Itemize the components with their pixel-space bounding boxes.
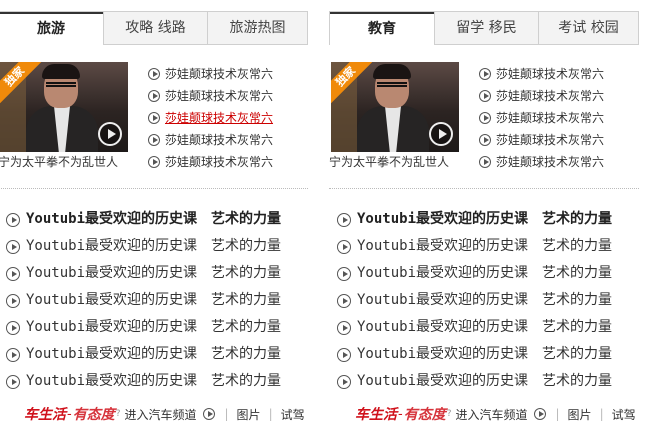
divider [329, 188, 639, 189]
play-icon [337, 320, 351, 335]
list-item[interactable]: Youtubi最受欢迎的历史课 艺术的力量 [337, 206, 641, 233]
auto-channel-bar: 车生活 - 有态度? 进入汽车频道 | 图片 | 试驾 [0, 404, 310, 424]
list-item[interactable]: 莎娃颠球技术灰常六 [148, 151, 308, 173]
play-icon [148, 156, 160, 168]
list-item[interactable]: Youtubi最受欢迎的历史课 艺术的力量 [337, 368, 641, 395]
play-icon [6, 266, 20, 281]
list-item[interactable]: Youtubi最受欢迎的历史课 艺术的力量 [337, 341, 641, 368]
list-item[interactable]: 莎娃颠球技术灰常六 [479, 85, 639, 107]
auto-channel-bar: 车生活 - 有态度? 进入汽车频道 | 图片 | 试驾 [329, 404, 641, 424]
auto-brand-logo[interactable]: 车生活 - 有态度? [355, 404, 451, 424]
list-item[interactable]: Youtubi最受欢迎的历史课 艺术的力量 [6, 368, 310, 395]
list-item[interactable]: 莎娃颠球技术灰常六 [479, 151, 639, 173]
auto-channel-link[interactable]: 进入汽车频道 [124, 406, 196, 423]
tab-exams-campus[interactable]: 考试 校园 [538, 12, 638, 44]
feature-caption[interactable]: 宁为太平拳不为乱世人 [0, 154, 133, 170]
play-icon [6, 320, 20, 335]
photos-link[interactable]: 图片 [237, 406, 261, 423]
list-item[interactable]: Youtubi最受欢迎的历史课 艺术的力量 [6, 233, 310, 260]
video-thumbnail[interactable]: 独家 [331, 62, 459, 152]
feature-caption[interactable]: 宁为太平拳不为乱世人 [329, 154, 464, 170]
play-icon [148, 112, 160, 124]
education-column: 教育 留学 移民 考试 校园 独家 宁为太平拳不为乱世人 莎娃颠球技术灰常六 莎… [329, 0, 641, 427]
play-icon [6, 347, 20, 362]
video-list: Youtubi最受欢迎的历史课 艺术的力量 Youtubi最受欢迎的历史课 艺术的力… [337, 206, 641, 395]
list-item[interactable]: Youtubi最受欢迎的历史课 艺术的力量 [337, 314, 641, 341]
tab-bar: 教育 留学 移民 考试 校园 [329, 11, 639, 45]
tab-education[interactable]: 教育 [330, 12, 434, 45]
list-item[interactable]: Youtubi最受欢迎的历史课 艺术的力量 [337, 233, 641, 260]
play-icon[interactable] [429, 122, 453, 146]
tab-travel-photos[interactable]: 旅游热图 [207, 12, 307, 44]
divider [0, 188, 308, 189]
feature-video[interactable]: 独家 宁为太平拳不为乱世人 [0, 60, 133, 175]
tab-travel[interactable]: 旅游 [0, 12, 103, 45]
list-item[interactable]: 莎娃颠球技术灰常六 [479, 107, 639, 129]
play-icon [6, 239, 20, 254]
play-icon [337, 212, 351, 227]
play-icon[interactable] [533, 408, 546, 420]
separator: | [555, 407, 560, 421]
play-icon [479, 134, 491, 146]
play-icon [479, 156, 491, 168]
tab-guides-routes[interactable]: 攻略 线路 [103, 12, 207, 44]
photos-link[interactable]: 图片 [568, 406, 592, 423]
video-list: Youtubi最受欢迎的历史课 艺术的力量 Youtubi最受欢迎的历史课 艺术的力… [6, 206, 310, 395]
list-item[interactable]: Youtubi最受欢迎的历史课 艺术的力量 [337, 260, 641, 287]
headline-list: 莎娃颠球技术灰常六 莎娃颠球技术灰常六 莎娃颠球技术灰常六 莎娃颠球技术灰常六 … [479, 63, 639, 173]
list-item[interactable]: 莎娃颠球技术灰常六 [148, 63, 308, 85]
play-icon [148, 68, 160, 80]
play-icon [6, 293, 20, 308]
play-icon [148, 134, 160, 146]
list-item[interactable]: Youtubi最受欢迎的历史课 艺术的力量 [6, 260, 310, 287]
auto-brand-logo[interactable]: 车生活 - 有态度? [24, 404, 120, 424]
separator: | [224, 407, 229, 421]
play-icon[interactable] [98, 122, 122, 146]
list-item[interactable]: 莎娃颠球技术灰常六 [479, 63, 639, 85]
tab-study-abroad[interactable]: 留学 移民 [434, 12, 538, 44]
play-icon[interactable] [202, 408, 215, 420]
list-item[interactable]: 莎娃颠球技术灰常六 [479, 129, 639, 151]
play-icon [337, 347, 351, 362]
play-icon [479, 68, 491, 80]
list-item[interactable]: 莎娃颠球技术灰常六 [148, 129, 308, 151]
travel-column: 旅游 攻略 线路 旅游热图 独家 宁为太平拳不为乱世人 莎娃颠球技术灰常六 莎娃… [0, 0, 310, 427]
play-icon [337, 266, 351, 281]
tab-bar: 旅游 攻略 线路 旅游热图 [0, 11, 308, 45]
play-icon [337, 293, 351, 308]
play-icon [148, 90, 160, 102]
test-drive-link[interactable]: 试驾 [281, 406, 305, 423]
play-icon [6, 212, 20, 227]
play-icon [479, 112, 491, 124]
video-thumbnail[interactable]: 独家 [0, 62, 128, 152]
list-item[interactable]: 莎娃颠球技术灰常六 [148, 107, 308, 129]
list-item[interactable]: Youtubi最受欢迎的历史课 艺术的力量 [6, 287, 310, 314]
headline-list: 莎娃颠球技术灰常六 莎娃颠球技术灰常六 莎娃颠球技术灰常六 莎娃颠球技术灰常六 … [148, 63, 308, 173]
play-icon [337, 374, 351, 389]
separator: | [268, 407, 273, 421]
play-icon [479, 90, 491, 102]
list-item[interactable]: Youtubi最受欢迎的历史课 艺术的力量 [6, 314, 310, 341]
feature-video[interactable]: 独家 宁为太平拳不为乱世人 [329, 60, 464, 175]
list-item[interactable]: 莎娃颠球技术灰常六 [148, 85, 308, 107]
list-item[interactable]: Youtubi最受欢迎的历史课 艺术的力量 [6, 206, 310, 233]
auto-channel-link[interactable]: 进入汽车频道 [455, 406, 527, 423]
test-drive-link[interactable]: 试驾 [612, 406, 636, 423]
play-icon [6, 374, 20, 389]
play-icon [337, 239, 351, 254]
separator: | [599, 407, 604, 421]
list-item[interactable]: Youtubi最受欢迎的历史课 艺术的力量 [6, 341, 310, 368]
list-item[interactable]: Youtubi最受欢迎的历史课 艺术的力量 [337, 287, 641, 314]
